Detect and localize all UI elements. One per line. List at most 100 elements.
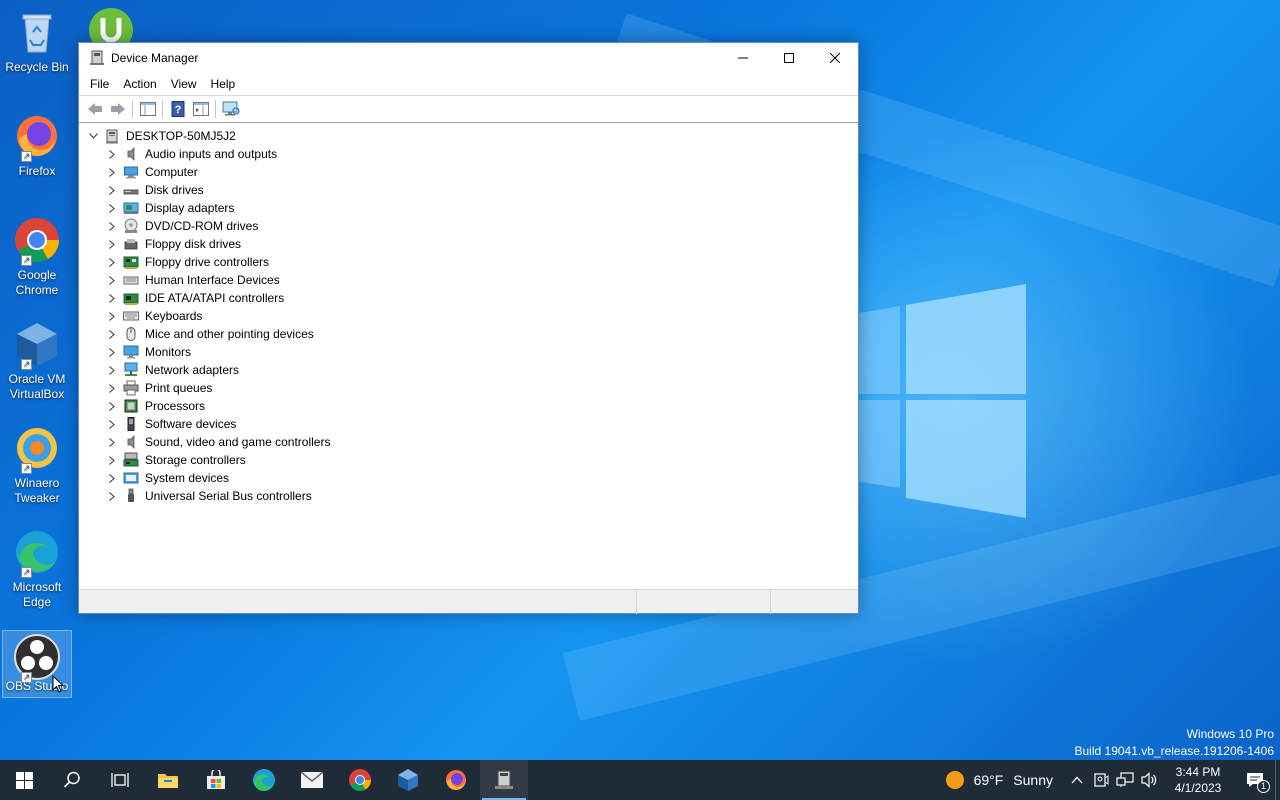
start-button[interactable] [0, 760, 48, 800]
menu-file[interactable]: File [83, 73, 116, 95]
tree-item[interactable]: Storage controllers [79, 451, 858, 469]
taskbar-firefox[interactable] [432, 760, 480, 800]
taskbar-microsoft-store[interactable] [192, 760, 240, 800]
chevron-right-icon[interactable] [106, 145, 118, 163]
desktop-icon-google-chrome[interactable]: ↗ Google Chrome [2, 216, 72, 298]
back-button[interactable] [83, 98, 106, 120]
chevron-right-icon[interactable] [106, 307, 118, 325]
utorrent-icon [87, 6, 135, 46]
tree-item[interactable]: Processors [79, 397, 858, 415]
tree-item[interactable]: Software devices [79, 415, 858, 433]
desktop-icon-virtualbox[interactable]: ↗ Oracle VM VirtualBox [2, 320, 72, 402]
close-icon [830, 53, 840, 63]
menu-action[interactable]: Action [116, 73, 163, 95]
show-action-pane-button[interactable] [189, 98, 212, 120]
maximize-icon [784, 53, 794, 63]
chevron-right-icon[interactable] [106, 271, 118, 289]
chevron-right-icon[interactable] [106, 469, 118, 487]
help-book-icon: ? [171, 101, 184, 117]
desktop-icon-utorrent[interactable] [76, 6, 146, 46]
chevron-right-icon[interactable] [106, 361, 118, 379]
tree-item[interactable]: Display adapters [79, 199, 858, 217]
menu-help[interactable]: Help [204, 73, 243, 95]
help-button[interactable]: ? [166, 98, 189, 120]
desktop-icon-label: Recycle Bin [5, 60, 69, 74]
chevron-right-icon[interactable] [106, 379, 118, 397]
minimize-button[interactable] [720, 43, 766, 73]
title-bar[interactable]: Device Manager [79, 43, 858, 73]
firefox-icon [446, 770, 466, 790]
tree-item[interactable]: Audio inputs and outputs [79, 145, 858, 163]
close-button[interactable] [812, 43, 858, 73]
virtualbox-icon: ↗ [13, 320, 61, 370]
chevron-right-icon[interactable] [106, 343, 118, 361]
system-tray: 69°F Sunny 3:44 PM 4/1/2023 1 [944, 760, 1280, 800]
chevron-right-icon[interactable] [106, 487, 118, 505]
tree-item[interactable]: Human Interface Devices [79, 271, 858, 289]
chevron-right-icon[interactable] [106, 181, 118, 199]
tree-item[interactable]: Disk drives [79, 181, 858, 199]
chevron-right-icon[interactable] [106, 199, 118, 217]
clock[interactable]: 3:44 PM 4/1/2023 [1165, 764, 1231, 796]
maximize-button[interactable] [766, 43, 812, 73]
tree-item[interactable]: Floppy disk drives [79, 235, 858, 253]
windows-start-icon [15, 771, 33, 789]
taskbar-google-chrome[interactable] [336, 760, 384, 800]
taskbar-mail[interactable] [288, 760, 336, 800]
desktop-icon-recycle-bin[interactable]: Recycle Bin [2, 8, 72, 75]
desktop-icon-label: Google Chrome [15, 268, 59, 297]
taskbar-virtualbox[interactable] [384, 760, 432, 800]
obs-studio-icon: ↗ [13, 633, 61, 683]
taskbar-file-explorer[interactable] [144, 760, 192, 800]
chevron-right-icon[interactable] [106, 235, 118, 253]
tree-item[interactable]: DVD/CD-ROM drives [79, 217, 858, 235]
show-hidden-icons-button[interactable] [1065, 760, 1089, 800]
show-hide-console-tree-button[interactable] [136, 98, 159, 120]
chevron-right-icon[interactable] [106, 325, 118, 343]
tree-item[interactable]: System devices [79, 469, 858, 487]
menu-view[interactable]: View [164, 73, 204, 95]
weather-widget[interactable]: 69°F Sunny [944, 769, 1053, 791]
show-desktop-button[interactable] [1275, 760, 1280, 800]
tree-item[interactable]: Mice and other pointing devices [79, 325, 858, 343]
floppy-controller-icon [123, 256, 139, 269]
task-view-button[interactable] [96, 760, 144, 800]
tree-item-label: Mice and other pointing devices [145, 327, 314, 341]
forward-button[interactable] [106, 98, 129, 120]
tree-item[interactable]: Network adapters [79, 361, 858, 379]
tree-item[interactable]: IDE ATA/ATAPI controllers [79, 289, 858, 307]
tree-item[interactable]: Universal Serial Bus controllers [79, 487, 858, 505]
tree-item-label: Disk drives [145, 183, 204, 197]
taskbar-device-manager[interactable] [480, 760, 528, 800]
meet-now-button[interactable] [1089, 760, 1113, 800]
desktop-icon-winaero-tweaker[interactable]: ↗ Winaero Tweaker [2, 424, 72, 506]
chevron-right-icon[interactable] [106, 163, 118, 181]
disk-drive-icon [123, 189, 139, 195]
chevron-right-icon[interactable] [106, 217, 118, 235]
chevron-right-icon[interactable] [106, 451, 118, 469]
desktop-icon-firefox[interactable]: ↗ Firefox [2, 112, 72, 179]
tree-item[interactable]: Print queues [79, 379, 858, 397]
tree-item[interactable]: Computer [79, 163, 858, 181]
tree-root[interactable]: DESKTOP-50MJ5J2 [79, 127, 858, 145]
taskbar-microsoft-edge[interactable] [240, 760, 288, 800]
scan-hardware-changes-button[interactable] [219, 98, 242, 120]
search-button[interactable] [48, 760, 96, 800]
tree-item[interactable]: Sound, video and game controllers [79, 433, 858, 451]
chevron-right-icon[interactable] [106, 397, 118, 415]
chevron-right-icon[interactable] [106, 253, 118, 271]
file-explorer-icon [158, 774, 178, 788]
chevron-right-icon[interactable] [106, 433, 118, 451]
tree-item-label: Processors [145, 399, 206, 413]
desktop-icon-microsoft-edge[interactable]: ↗ Microsoft Edge [2, 528, 72, 610]
chevron-down-icon[interactable] [87, 127, 99, 145]
chevron-right-icon[interactable] [106, 289, 118, 307]
action-center-button[interactable]: 1 [1235, 760, 1275, 800]
tree-item[interactable]: Keyboards [79, 307, 858, 325]
tree-item[interactable]: Floppy drive controllers [79, 253, 858, 271]
network-button[interactable] [1113, 760, 1137, 800]
tree-item[interactable]: Monitors [79, 343, 858, 361]
tree-item-label: Print queues [145, 381, 213, 395]
chevron-right-icon[interactable] [106, 415, 118, 433]
volume-button[interactable] [1137, 760, 1161, 800]
